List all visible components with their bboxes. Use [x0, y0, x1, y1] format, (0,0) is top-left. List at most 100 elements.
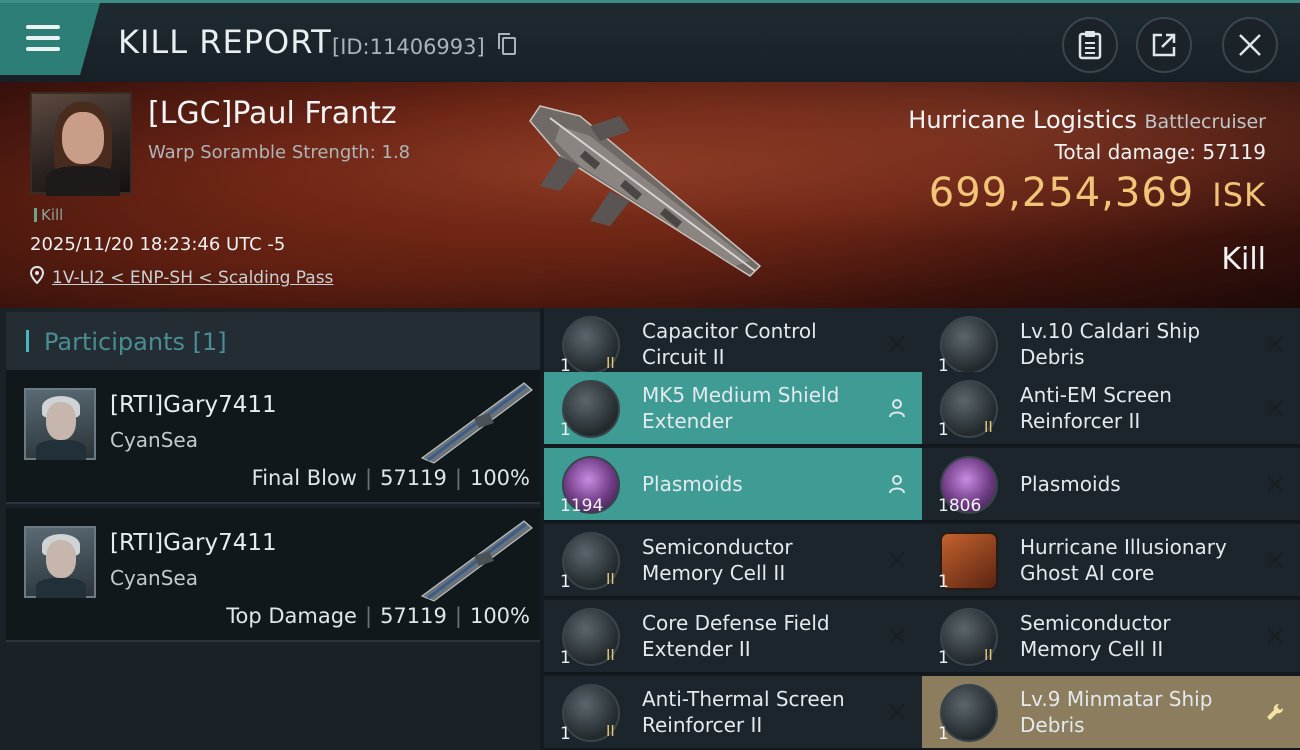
participant-name[interactable]: [RTI]Gary7411	[110, 530, 277, 556]
destroyed-icon	[1264, 473, 1286, 495]
wrench-icon	[1264, 701, 1286, 723]
item-card[interactable]: 1194 Plasmoids	[544, 448, 922, 522]
victim-name[interactable]: [LGC]Paul Frantz	[148, 96, 397, 131]
close-button[interactable]	[1222, 17, 1278, 73]
participants-title: Participants	[44, 328, 185, 356]
item-qty: 1	[938, 420, 949, 440]
victim-portrait[interactable]	[30, 92, 132, 196]
item-card[interactable]: 1 Hurricane Illusionary Ghost AI core	[922, 524, 1300, 598]
copy-icon[interactable]	[498, 33, 516, 55]
participant-ship-image	[420, 520, 533, 602]
participant-corp: CyanSea	[110, 428, 198, 452]
item-meta-level: II	[606, 646, 615, 664]
item-card[interactable]: 1 II Semiconductor Memory Cell II	[544, 524, 922, 598]
avatar[interactable]	[24, 526, 96, 598]
page-title: KILL REPORT	[118, 23, 332, 61]
destroyed-icon	[886, 701, 908, 723]
item-card[interactable]: 1806 Plasmoids	[922, 448, 1300, 522]
destroyed-icon	[1264, 397, 1286, 419]
ship-name[interactable]: Hurricane Logistics	[908, 106, 1137, 134]
menu-icon	[26, 25, 60, 51]
item-name: Anti-Thermal Screen Reinforcer II	[642, 687, 845, 737]
item-name: MK5 Medium Shield Extender	[642, 383, 840, 433]
destroyed-icon	[1264, 333, 1286, 355]
item-qty: 1194	[560, 496, 604, 516]
avatar[interactable]	[24, 388, 96, 460]
destroyed-icon	[886, 549, 908, 571]
participant-percent: 100%	[469, 466, 530, 490]
destroyed-icon	[1264, 549, 1286, 571]
user-icon	[886, 397, 908, 419]
item-card[interactable]: 1 MK5 Medium Shield Extender	[544, 372, 922, 446]
participant-damage: 57119	[380, 604, 447, 628]
item-name: Semiconductor Memory Cell II	[642, 535, 793, 585]
item-card[interactable]: 1 Lv.9 Minmatar Ship Debris	[922, 676, 1300, 750]
warp-scramble-strength: Warp Soramble Strength: 1.8	[148, 142, 411, 163]
victim-ship: Hurricane Logistics Battlecruiser	[908, 106, 1266, 134]
participant-corp: CyanSea	[110, 566, 198, 590]
item-card[interactable]: 1 II Anti-Thermal Screen Reinforcer II	[544, 676, 922, 750]
item-qty: 1	[560, 572, 571, 592]
item-name: Capacitor Control Circuit II	[642, 319, 817, 369]
item-name: Hurricane Illusionary Ghost AI core	[1020, 535, 1227, 585]
item-meta-level: II	[606, 354, 615, 372]
participant-role: Final Blow	[251, 466, 357, 490]
item-name: Core Defense Field Extender II	[642, 611, 830, 661]
share-button[interactable]	[1136, 17, 1192, 73]
participant-row[interactable]: [RTI]Gary7411 CyanSea Final Blow | 57119 | 1…	[6, 370, 540, 504]
menu-button[interactable]	[0, 3, 100, 75]
item-qty: 1	[938, 724, 949, 744]
isk-value: 699,254,369	[928, 170, 1195, 216]
item-card[interactable]: 1 II Capacitor Control Circuit II	[544, 308, 922, 382]
items-grid: 1 II Capacitor Control Circuit II 1 MK5 …	[540, 308, 1300, 750]
destroyed-icon	[886, 333, 908, 355]
item-name: Semiconductor Memory Cell II	[1020, 611, 1171, 661]
isk-unit: ISK	[1212, 176, 1266, 214]
participant-stats: Final Blow | 57119 | 100%	[251, 466, 530, 490]
user-icon	[886, 473, 908, 495]
victim-ship-image	[529, 105, 762, 277]
item-qty: 1806	[938, 496, 982, 516]
item-name: Plasmoids	[1020, 472, 1121, 496]
clipboard-button[interactable]	[1062, 17, 1118, 73]
participant-name[interactable]: [RTI]Gary7411	[110, 392, 277, 418]
isk-value-row: 699,254,369 ISK	[929, 170, 1266, 216]
participant-ship-image	[420, 382, 533, 464]
participants-panel: Participants [1] [RTI]Gary7411 CyanSea F…	[0, 308, 540, 750]
item-qty: 1	[938, 648, 949, 668]
participant-damage: 57119	[380, 466, 447, 490]
ship-class: Battlecruiser	[1144, 111, 1266, 133]
item-name: Lv.9 Minmatar Ship Debris	[1020, 687, 1213, 737]
participant-stats: Top Damage | 57119 | 100%	[226, 604, 530, 628]
share-icon	[1152, 33, 1176, 57]
location-link[interactable]: 1V-LI2 < ENP-SH < Scalding Pass	[52, 268, 333, 288]
destroyed-icon	[1264, 625, 1286, 647]
item-card[interactable]: 1 II Semiconductor Memory Cell II	[922, 600, 1300, 674]
header-bar: KILL REPORT [ID:11406993]	[0, 0, 1300, 82]
kill-datetime: 2025/11/20 18:23:46 UTC -5	[30, 234, 286, 255]
item-card[interactable]: 1 II Core Defense Field Extender II	[544, 600, 922, 674]
item-name: Lv.10 Caldari Ship Debris	[1020, 319, 1201, 369]
destroyed-icon	[886, 625, 908, 647]
total-damage-value: 57119	[1202, 140, 1266, 164]
kill-result: Kill	[1221, 242, 1266, 277]
kill-tag: Kill	[34, 206, 63, 224]
item-meta-level: II	[984, 418, 993, 436]
close-icon	[1239, 34, 1261, 56]
item-qty: 1	[560, 724, 571, 744]
participant-row[interactable]: [RTI]Gary7411 CyanSea Top Damage | 57119 | 1…	[6, 508, 540, 642]
total-damage-label: Total damage:	[1054, 140, 1197, 164]
item-card[interactable]: 1 Lv.10 Caldari Ship Debris	[922, 308, 1300, 382]
item-meta-level: II	[606, 722, 615, 740]
participant-role: Top Damage	[226, 604, 357, 628]
participants-count: [1]	[192, 328, 227, 356]
item-name: Plasmoids	[642, 472, 743, 496]
item-qty: 1	[560, 420, 571, 440]
item-qty: 1	[938, 572, 949, 592]
participants-header: Participants [1]	[6, 312, 540, 370]
victim-summary: [LGC]Paul Frantz Warp Soramble Strength:…	[0, 82, 1300, 308]
item-name: Anti-EM Screen Reinforcer II	[1020, 383, 1172, 433]
item-card[interactable]: 1 II Anti-EM Screen Reinforcer II	[922, 372, 1300, 446]
item-meta-level: II	[606, 570, 615, 588]
total-damage: Total damage: 57119	[1055, 140, 1266, 164]
